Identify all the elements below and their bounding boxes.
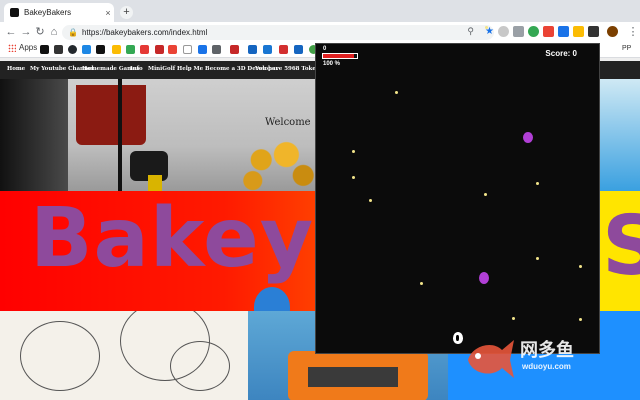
bookmark-icon[interactable] xyxy=(248,45,257,54)
star xyxy=(395,91,398,94)
reload-button[interactable]: ↻ xyxy=(33,25,47,39)
fish-logo-icon xyxy=(468,340,514,378)
bookmark-icon[interactable] xyxy=(112,45,121,54)
star xyxy=(579,265,582,268)
enemy-orb xyxy=(523,132,533,143)
hero-photo: Welcome xyxy=(0,79,320,191)
star xyxy=(369,199,372,202)
banner-right-panel: S xyxy=(598,191,640,311)
gmail-icon[interactable] xyxy=(168,45,177,54)
new-tab-button[interactable]: + xyxy=(120,6,133,19)
bookmark-star-icon[interactable]: ★ xyxy=(485,26,494,37)
bookmark-icon[interactable] xyxy=(294,45,303,54)
bookmark-icon[interactable] xyxy=(263,45,272,54)
profile-avatar[interactable] xyxy=(607,26,618,37)
star xyxy=(536,257,539,260)
nav-info[interactable]: Info xyxy=(130,66,143,72)
bookmark-icon[interactable] xyxy=(155,45,164,54)
bookmark-icon[interactable] xyxy=(40,45,49,54)
apps-shortcut[interactable]: Apps xyxy=(8,43,37,52)
lock-icon: 🔒 xyxy=(68,28,78,37)
address-bar[interactable]: 🔒 https://bakeybakers.com/index.html ⚲ ★ xyxy=(62,25,494,40)
star xyxy=(352,150,355,153)
github-icon[interactable] xyxy=(68,45,77,54)
apps-grid-icon xyxy=(8,43,16,52)
back-button[interactable]: ← xyxy=(4,25,18,39)
bookmark-label[interactable]: PP xyxy=(622,45,631,52)
banner-decoration xyxy=(254,287,290,311)
star xyxy=(512,317,515,320)
watermark-subtitle: wduoyu.com xyxy=(522,362,571,371)
browser-menu-icon[interactable]: ⋮ xyxy=(626,25,640,39)
welcome-heading: Welcome xyxy=(265,117,311,128)
bookmark-icon[interactable] xyxy=(54,45,63,54)
url-text[interactable]: https://bakeybakers.com/index.html xyxy=(82,28,207,37)
bookmark-icon[interactable] xyxy=(82,45,91,54)
search-icon[interactable]: ⚲ xyxy=(467,26,474,37)
game-canvas[interactable]: 0 100 % Score: 0 xyxy=(315,43,600,354)
tab-bakeybakers[interactable]: BakeyBakers × xyxy=(4,3,114,22)
tab-title: BakeyBakers xyxy=(24,8,72,17)
extension-icon[interactable] xyxy=(528,26,539,37)
extension-icon[interactable] xyxy=(588,26,599,37)
drive-icon[interactable] xyxy=(126,45,135,54)
banner-title: Bakey xyxy=(30,191,315,286)
tab-close-icon[interactable]: × xyxy=(102,8,114,18)
bookmark-icon[interactable] xyxy=(212,45,221,54)
health-bar-fill xyxy=(323,54,354,58)
nav-minigolf[interactable]: MiniGolf xyxy=(148,66,175,72)
extension-icon[interactable] xyxy=(498,26,509,37)
enemy-orb xyxy=(479,272,489,284)
bookmark-icon[interactable] xyxy=(183,45,192,54)
tab-strip: BakeyBakers × + xyxy=(0,0,640,22)
banner-right-glyph: S xyxy=(602,199,640,294)
screen: BakeyBakers × + ← → ↻ ⌂ 🔒 https://bakeyb… xyxy=(0,0,640,400)
apps-label: Apps xyxy=(19,43,38,52)
extension-icon[interactable] xyxy=(543,26,554,37)
extension-icon[interactable] xyxy=(573,26,584,37)
nav-home[interactable]: Home xyxy=(7,66,25,72)
bookmark-icon[interactable] xyxy=(279,45,288,54)
star xyxy=(352,176,355,179)
bookmark-icon[interactable] xyxy=(96,45,105,54)
side-photo xyxy=(598,79,640,191)
star xyxy=(484,193,487,196)
health-percent: 100 % xyxy=(323,61,341,67)
home-button[interactable]: ⌂ xyxy=(47,25,61,39)
sketch-image xyxy=(0,311,248,400)
extension-icon[interactable] xyxy=(513,26,524,37)
bookmark-icon[interactable] xyxy=(230,45,239,54)
forward-button[interactable]: → xyxy=(19,25,33,39)
watermark-title: 网多鱼 xyxy=(520,340,574,361)
game-counter: 0 xyxy=(323,46,327,52)
star xyxy=(579,318,582,321)
extension-icon[interactable] xyxy=(558,26,569,37)
bookmark-icon[interactable] xyxy=(140,45,149,54)
site-favicon-icon xyxy=(10,8,19,17)
watermark: 网多鱼 wduoyu.com xyxy=(462,330,632,390)
bookmark-icon[interactable] xyxy=(198,45,207,54)
star xyxy=(420,282,423,285)
score-display: Score: 0 xyxy=(545,49,577,58)
star xyxy=(536,182,539,185)
health-bar xyxy=(322,53,358,59)
